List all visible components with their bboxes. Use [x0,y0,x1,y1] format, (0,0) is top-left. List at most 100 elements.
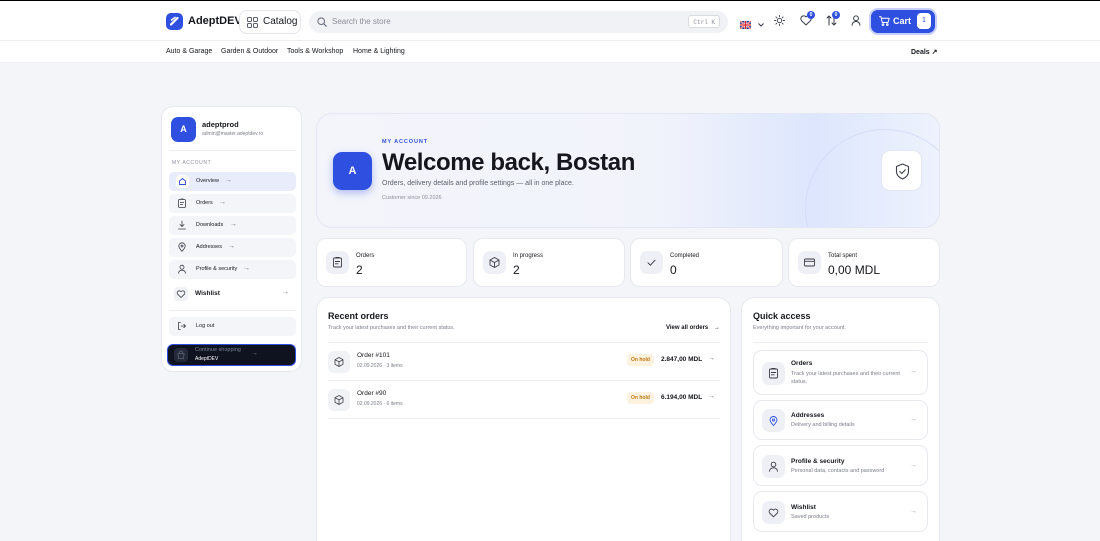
cart-button[interactable]: Cart 1 [871,10,935,33]
package-icon [328,389,350,411]
theme-toggle-sun-icon[interactable] [774,15,785,26]
package-icon [328,351,350,373]
hero-avatar: A [333,152,372,190]
stat-label: Total spent [828,253,858,259]
stat-value: 0,00 MDL [828,263,881,277]
bag-icon [174,348,188,362]
stat-value: 2 [513,263,520,277]
logo-icon[interactable] [166,13,183,30]
deals-link[interactable]: Deals ↗ [911,48,938,56]
clipboard-icon [326,251,349,274]
continue-shopping-button[interactable]: Continue shopping AdeptDEV → [168,345,295,365]
sidebar-item-label: Orders [196,200,213,206]
top-header: AdeptDEV Catalog Search the store Ctrl K… [0,1,1100,41]
status-badge: On hold [627,354,654,366]
sidebar-item-downloads[interactable]: Downloads → [169,216,296,235]
user-icon[interactable] [851,15,861,26]
sidebar-item-profile-security[interactable]: Profile & security → [169,260,296,279]
sidebar-email: admin@master.adeptdev.ro [202,131,264,137]
stat-card-orders: Orders 2 [316,238,467,287]
quick-access-subtitle: Everything important for your account. [753,325,846,331]
recent-orders-title: Recent orders [328,311,389,321]
arrow-right-icon: → [282,289,289,296]
catalog-button[interactable]: Catalog [239,10,301,34]
quick-access-title: Quick access [753,311,811,321]
hero-customer-since: Customer since 09.2026 [382,195,442,201]
stat-label: In progress [513,253,544,259]
grid-icon [247,17,258,28]
category-link-auto[interactable]: Auto & Garage [166,48,212,55]
arrow-right-icon: → [243,265,250,272]
sidebar-item-label: Profile & security [196,266,238,272]
search-icon [317,17,327,27]
stat-label: Orders [356,253,375,259]
quick-access-addresses[interactable]: Addresses Delivery and billing details → [753,400,928,440]
stat-value: 2 [356,263,363,277]
location-pin-icon [762,409,785,432]
shield-check-icon [881,150,922,191]
chevron-down-icon [758,22,765,27]
category-link-garden[interactable]: Garden & Outdoor [221,48,278,55]
arrow-right-icon: → [910,416,917,423]
language-selector[interactable] [740,16,765,34]
table-row[interactable]: Order #101 02.09.2026 · 3 items On hold … [328,343,720,381]
recent-orders-subtitle: Track your latest purchases and their cu… [328,325,455,331]
hero-title: Welcome back, Bostan [382,149,635,176]
order-id: Order #90 [357,390,387,397]
avatar: A [171,117,196,142]
category-link-home[interactable]: Home & Lighting [353,48,405,55]
view-all-orders-link[interactable]: View all orders → [666,325,720,331]
logout-button[interactable]: Log out [169,317,296,336]
home-icon [176,175,189,188]
sidebar-item-label: Overview [196,178,219,184]
quick-access-item-desc: Delivery and billing details [791,422,855,428]
stat-card-in-progress: In progress 2 [473,238,625,287]
order-total: 6.194,00 MDL [661,394,703,401]
quick-access-orders[interactable]: Orders Track your latest purchases and t… [753,350,928,395]
sidebar-username: adeptprod [202,120,239,129]
cart-label: Cart [893,16,912,26]
arrow-right-icon: → [910,508,917,515]
continue-shopping-label: Continue shopping [195,347,241,353]
sidebar-item-label: Downloads [196,222,224,228]
stat-label: Completed [670,253,700,259]
user-icon [177,264,187,274]
sidebar-item-addresses[interactable]: Addresses → [169,238,296,257]
compare-count-badge: 0 [832,11,840,19]
view-all-label: View all orders [666,325,709,331]
quick-access-item-desc: Saved products [791,514,830,520]
logout-label: Log out [196,323,215,329]
heart-icon [762,501,785,524]
download-icon [177,220,187,230]
order-meta: 02.09.2026 · 6 items [357,401,403,407]
arrow-right-icon: → [910,368,917,375]
arrow-right-icon: → [713,325,720,331]
quick-access-item-title: Wishlist [791,504,816,511]
brand-name[interactable]: AdeptDEV [188,15,242,27]
quick-access-wishlist[interactable]: Wishlist Saved products → [753,491,928,532]
wishlist-count-badge: 0 [807,11,815,19]
clipboard-icon [177,198,187,208]
quick-access-item-title: Orders [791,360,813,367]
package-icon [483,251,506,274]
search-input[interactable]: Search the store Ctrl K [309,11,728,33]
search-shortcut: Ctrl K [688,15,720,28]
user-icon [762,455,785,478]
status-badge: On hold [627,392,654,404]
search-placeholder: Search the store [332,17,391,26]
table-row[interactable]: Order #90 02.09.2026 · 6 items On hold 6… [328,381,720,419]
category-link-tools[interactable]: Tools & Workshop [287,48,343,55]
arrow-right-icon: → [230,221,237,228]
hero-subtitle: Orders, delivery details and profile set… [382,180,574,187]
quick-access-profile-security[interactable]: Profile & security Personal data, contac… [753,445,928,486]
sidebar-divider [169,310,296,311]
heart-icon [174,287,188,301]
quick-access-item-desc: Track your latest purchases and their cu… [791,371,900,385]
catalog-label: Catalog [263,16,298,27]
arrow-right-icon: → [251,350,258,357]
sidebar-item-overview[interactable]: Overview → [169,172,296,191]
continue-shopping-sub: AdeptDEV [195,356,219,362]
sidebar-item-orders[interactable]: Orders → [169,194,296,213]
sidebar-item-wishlist[interactable]: Wishlist → [169,283,296,304]
location-pin-icon [177,242,187,252]
